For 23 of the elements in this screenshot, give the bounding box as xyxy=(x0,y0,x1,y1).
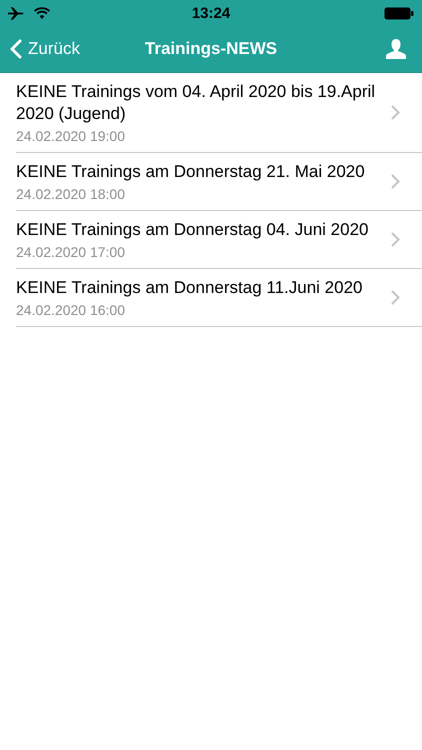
news-date: 24.02.2020 18:00 xyxy=(16,186,126,202)
chevron-icon xyxy=(391,105,400,120)
chevron-icon xyxy=(391,290,400,305)
back-chevron-icon xyxy=(10,39,22,59)
news-title: KEINE Trainings vom 04. April 2020 bis 19.April 2020 (Jugend) xyxy=(16,81,376,125)
profile-icon[interactable] xyxy=(386,39,406,59)
news-date: 24.02.2020 19:00 xyxy=(16,128,126,144)
news-date: 24.02.2020 17:00 xyxy=(16,244,126,260)
nav-title: Trainings-NEWS xyxy=(144,39,278,59)
news-item[interactable]: KEINE Trainings am Donnerstag 11.Juni 2020 24.02.2020 16:00 xyxy=(16,269,422,327)
wifi-icon xyxy=(34,7,50,19)
battery-icon xyxy=(384,6,414,20)
news-title: KEINE Trainings am Donnerstag 11.Juni 2020 xyxy=(16,277,364,299)
chevron-icon xyxy=(391,232,400,247)
news-title: KEINE Trainings am Donnerstag 21. Mai 2020 xyxy=(16,161,366,183)
news-item[interactable]: KEINE Trainings vom 04. April 2020 bis 19.April 2020 (Jugend) 24.02.2020 19:00 xyxy=(16,73,422,153)
news-item[interactable]: KEINE Trainings am Donnerstag 04. Juni 2020 24.02.2020 17:00 xyxy=(16,211,422,269)
news-item[interactable]: KEINE Trainings am Donnerstag 21. Mai 2020 24.02.2020 18:00 xyxy=(16,153,422,211)
status-time: 13:24 xyxy=(190,4,232,22)
news-title: KEINE Trainings am Donnerstag 04. Juni 2020 xyxy=(16,219,370,241)
airplane-icon xyxy=(8,6,26,20)
chevron-icon xyxy=(391,174,400,189)
news-date: 24.02.2020 16:00 xyxy=(16,302,126,318)
